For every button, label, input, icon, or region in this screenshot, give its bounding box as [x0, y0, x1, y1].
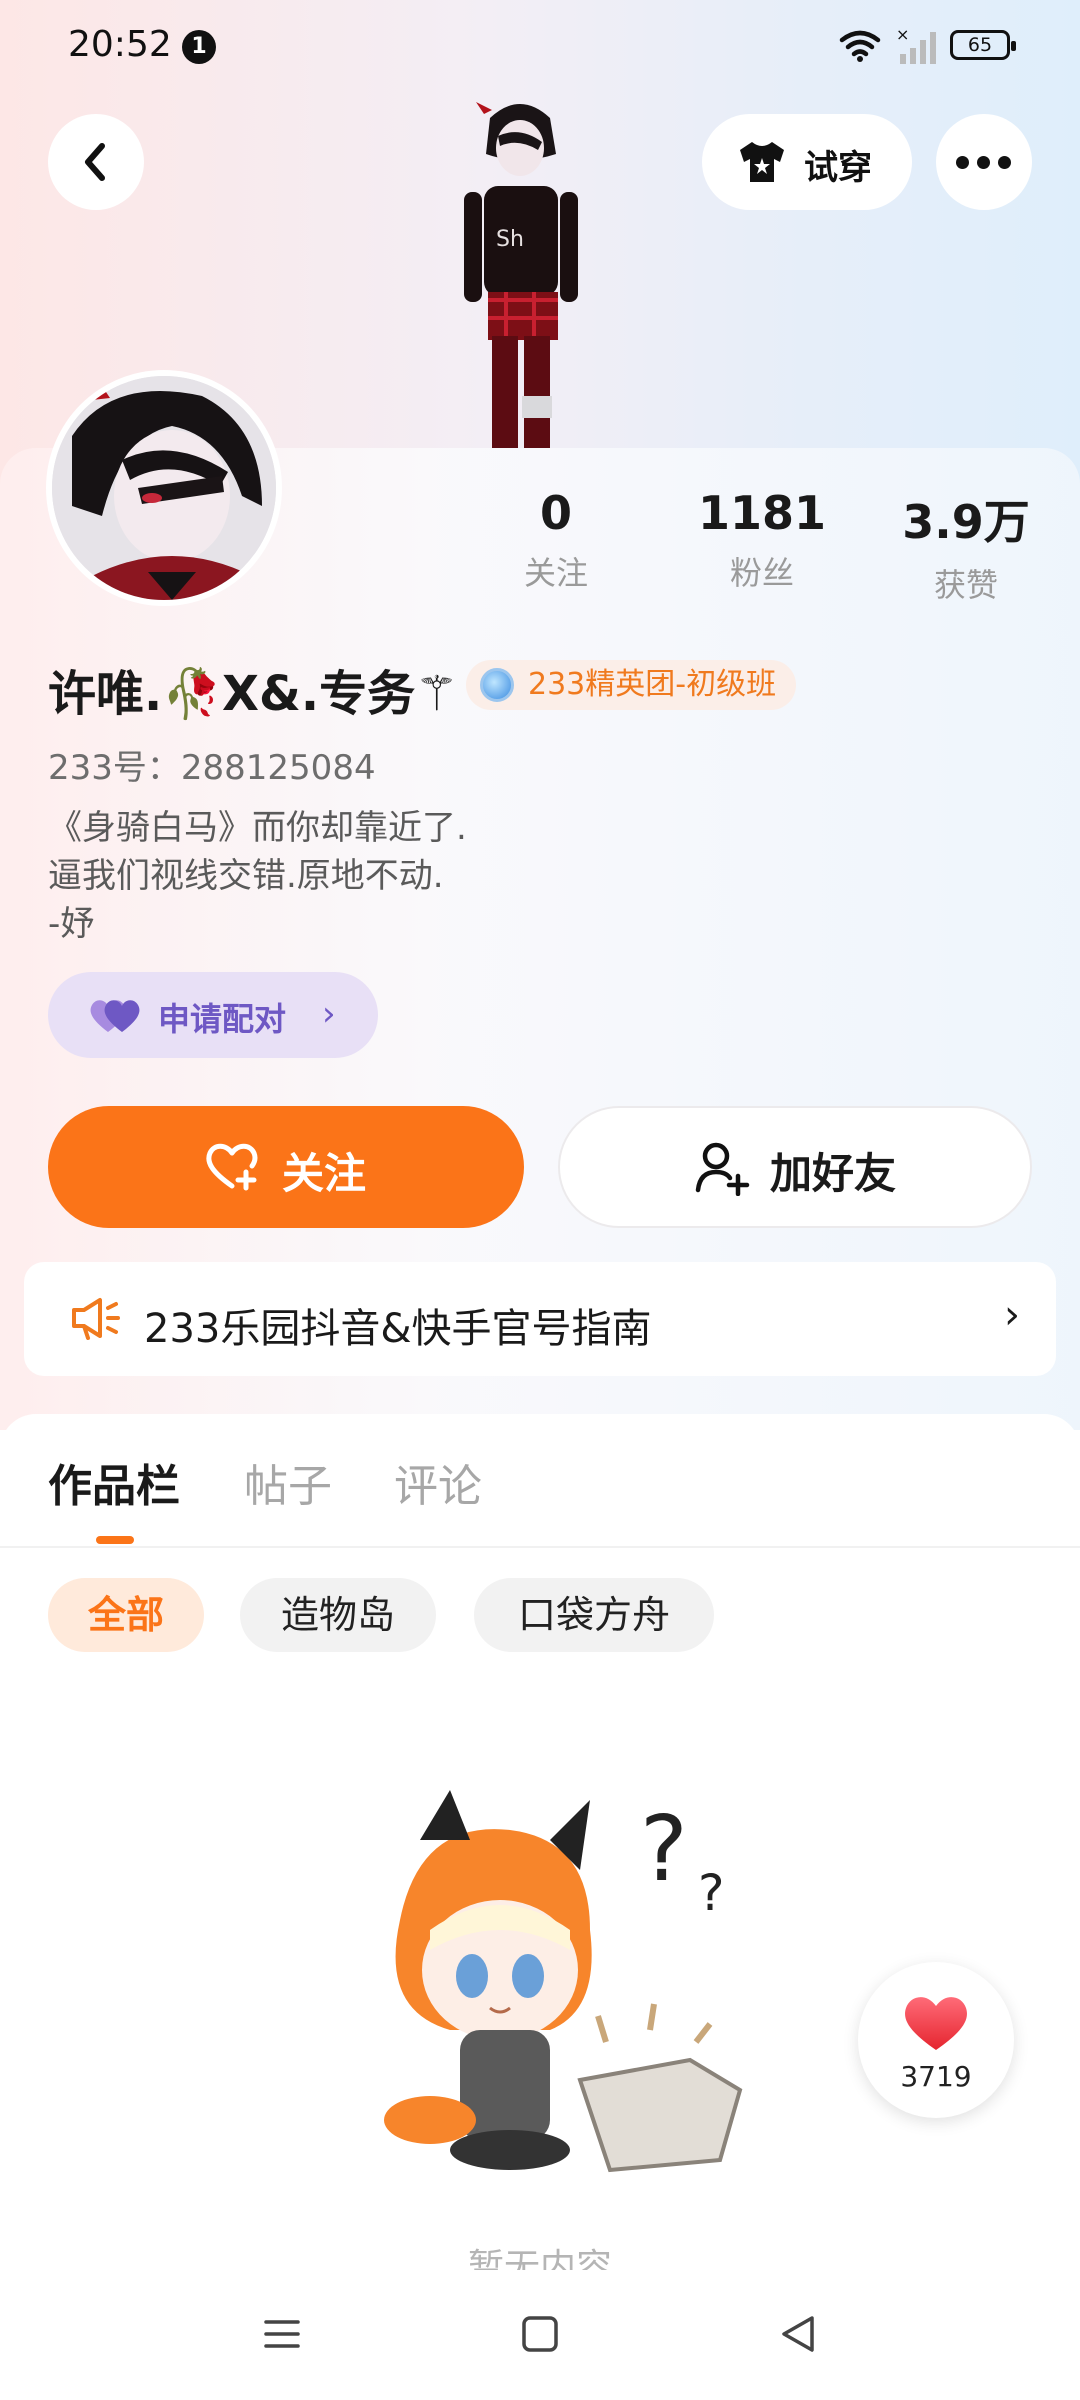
try-on-label: 试穿 [804, 148, 872, 188]
empty-state-illustration: ? ? [384, 1790, 743, 2173]
stat-fans-value: 1181 [697, 486, 827, 540]
chevron-right-icon: › [1004, 1292, 1020, 1338]
level-badge-label: 233精英团-初级班 [528, 667, 777, 702]
like-count: 3719 [900, 2060, 972, 2093]
megaphone-icon [72, 1298, 120, 1340]
pair-request-label: 申请配对 [158, 1000, 287, 1038]
tab-works[interactable]: 作品栏 [48, 1450, 180, 1514]
menu-icon[interactable] [262, 2314, 302, 2354]
stat-fans[interactable]: 1181 粉丝 [682, 486, 842, 594]
guide-label: 233乐园抖音&快手官号指南 [144, 1306, 652, 1352]
avatar-image [52, 376, 276, 600]
wifi-icon [839, 30, 881, 62]
stat-likes[interactable]: 3.9万 获赞 [886, 486, 1046, 606]
heart-plus-icon [206, 1143, 258, 1191]
stat-following-label: 关注 [523, 554, 588, 592]
back-button[interactable] [48, 114, 144, 210]
stat-likes-label: 获赞 [933, 566, 998, 604]
gem-icon [480, 668, 514, 702]
svg-text:Sh: Sh [496, 227, 524, 252]
guide-banner[interactable]: 233乐园抖音&快手官号指南 › [24, 1262, 1056, 1376]
status-time: 20:52 [68, 24, 172, 65]
tab-comments[interactable]: 评论 [394, 1450, 482, 1514]
user-id: 233号：288125084 [48, 748, 376, 788]
double-heart-icon [90, 1000, 140, 1032]
bio: 《身骑白马》而你却靠近了. 逼我们视线交错.原地不动. -妤 [48, 808, 467, 944]
system-nav-bar [0, 2270, 1080, 2400]
stat-following-value: 0 [539, 486, 572, 540]
stat-following[interactable]: 0 关注 [476, 486, 636, 594]
user-plus-icon [695, 1142, 750, 1196]
empty-state-text: 暂无内容 [467, 2247, 612, 2272]
svg-text:?: ? [640, 1797, 688, 1902]
avatar-figure[interactable]: Sh [430, 96, 610, 448]
tab-indicator [96, 1536, 134, 1544]
heart-icon [905, 1997, 967, 2050]
chip-all[interactable]: 全部 [48, 1578, 204, 1652]
more-button[interactable] [936, 114, 1032, 210]
chevron-left-icon [85, 143, 105, 181]
shirt-icon [740, 142, 784, 182]
chevron-right-icon: › [322, 994, 336, 1034]
level-badge[interactable]: 233精英团-初级班 [466, 660, 797, 710]
nickname: 许唯.🥀X&.专务⚚ [48, 666, 459, 722]
chip-creation-island[interactable]: 造物岛 [240, 1578, 436, 1652]
back-triangle-icon[interactable] [778, 2314, 818, 2354]
stat-likes-value: 3.9万 [902, 495, 1030, 549]
status-bar: 20:52 1 × 65 [0, 0, 1080, 96]
home-icon[interactable] [520, 2314, 560, 2354]
more-dots-icon [956, 156, 1012, 170]
notification-badge: 1 [182, 30, 216, 64]
like-floating-button[interactable]: 3719 [858, 1962, 1014, 2118]
signal-icon: × [896, 26, 936, 64]
avatar[interactable] [46, 370, 282, 606]
chip-pocket-ark[interactable]: 口袋方舟 [474, 1578, 714, 1652]
tab-posts[interactable]: 帖子 [244, 1450, 332, 1514]
divider [0, 1546, 1080, 1548]
follow-button[interactable]: 关注 [48, 1106, 524, 1228]
battery-indicator: 65 [950, 30, 1016, 60]
svg-text:×: × [896, 26, 909, 44]
stat-fans-label: 粉丝 [729, 554, 794, 592]
svg-text:?: ? [698, 1864, 725, 1922]
follow-label: 关注 [282, 1149, 367, 1198]
add-friend-label: 加好友 [770, 1149, 897, 1198]
pair-request-button[interactable]: 申请配对 › [48, 972, 378, 1058]
add-friend-button[interactable]: 加好友 [558, 1106, 1032, 1228]
try-on-button[interactable]: 试穿 [702, 114, 912, 210]
